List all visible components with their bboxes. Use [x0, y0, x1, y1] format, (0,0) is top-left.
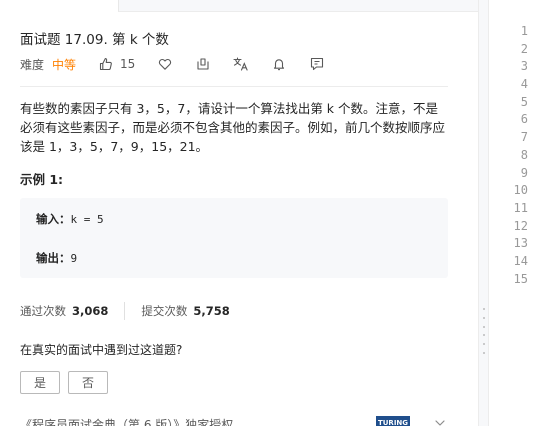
problem-description-panel: 面试题 17.09. 第 k 个数 难度 中等 15 有些数的素因子只有 3，5…	[0, 12, 478, 426]
accepted-label: 通过次数	[20, 304, 66, 318]
panel-splitter[interactable]	[478, 0, 489, 426]
yes-button[interactable]: 是	[20, 371, 60, 394]
tab-bar-background	[118, 0, 478, 12]
line-number: 4	[520, 77, 528, 92]
comment-icon[interactable]	[309, 56, 325, 72]
share-icon[interactable]	[195, 56, 211, 72]
difficulty-label: 难度	[20, 57, 45, 72]
line-number: 5	[520, 94, 528, 109]
example-input-line: 输入：k = 5	[36, 211, 104, 227]
line-number: 9	[520, 165, 528, 180]
divider	[20, 86, 448, 87]
like-count: 15	[120, 57, 136, 71]
example-output-label: 输出：	[36, 251, 71, 265]
line-number: 11	[513, 200, 528, 215]
problem-description: 有些数的素因子只有 3，5，7，请设计一个算法找出第 k 个数。注意，不是必须有…	[20, 101, 446, 154]
line-number: 8	[520, 147, 528, 162]
chevron-down-icon[interactable]	[432, 416, 448, 426]
line-number: 6	[520, 112, 528, 127]
active-tab[interactable]	[0, 0, 118, 12]
line-number: 7	[520, 130, 528, 145]
line-number: 15	[513, 271, 528, 286]
heart-icon[interactable]	[157, 56, 173, 72]
thumbs-up-icon[interactable]	[98, 56, 114, 72]
top-tab-strip	[0, 0, 539, 12]
publisher-logo: TURING	[376, 416, 410, 426]
problem-meta-bar: 难度 中等 15	[20, 55, 325, 73]
line-number: 3	[520, 59, 528, 74]
example-block: 输入：k = 5 输出：9	[20, 198, 448, 278]
problem-title: 面试题 17.09. 第 k 个数	[20, 32, 169, 48]
code-editor[interactable]: 1 2 3 4 5 6 7 8 9 10 11 12 13 14 15	[489, 0, 539, 426]
translate-icon[interactable]	[233, 56, 249, 72]
example-title: 示例 1:	[20, 172, 64, 187]
line-number: 10	[513, 183, 528, 198]
submission-stats: 通过次数 3,068 提交次数 5,758	[20, 302, 230, 320]
submitted-label: 提交次数	[141, 304, 188, 318]
line-number: 13	[513, 236, 528, 251]
line-number-gutter: 1 2 3 4 5 6 7 8 9 10 11 12 13 14 15	[489, 23, 528, 288]
line-number: 1	[520, 24, 528, 38]
example-input-label: 输入：	[36, 212, 71, 226]
example-input-value: k = 5	[70, 213, 104, 226]
stats-separator	[124, 302, 126, 320]
editor-top	[489, 0, 539, 12]
line-number: 12	[513, 218, 528, 233]
no-button[interactable]: 否	[68, 371, 108, 394]
line-number: 14	[513, 253, 528, 268]
bell-icon[interactable]	[271, 56, 287, 72]
line-number: 2	[520, 41, 528, 56]
accepted-value: 3,068	[72, 304, 109, 318]
example-output-line: 输出：9	[36, 250, 77, 266]
interview-question: 在真实的面试中遇到过这道题?	[20, 343, 183, 357]
difficulty-badge: 中等	[52, 57, 77, 72]
drag-handle-icon[interactable]	[483, 308, 485, 354]
submitted-value: 5,758	[193, 304, 230, 318]
book-license-row[interactable]: 《程序员面试金典（第 6 版）》独家授权 TURING	[20, 416, 448, 426]
book-license-text: 《程序员面试金典（第 6 版）》独家授权	[20, 418, 234, 426]
example-output-value: 9	[70, 252, 78, 265]
